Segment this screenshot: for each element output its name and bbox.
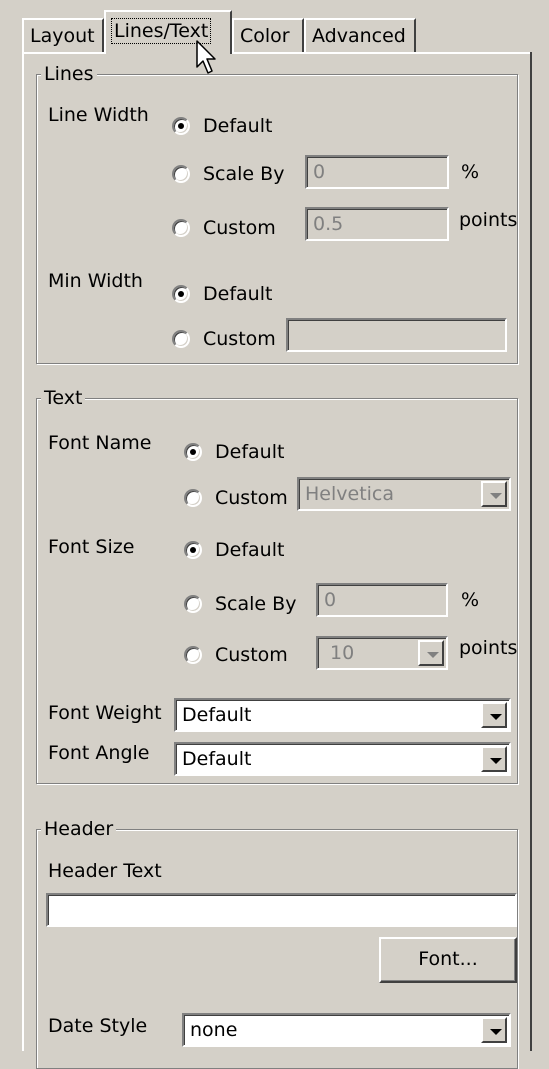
min-width-default-radio[interactable] [172, 285, 190, 303]
font-size-default-label[interactable]: Default [215, 539, 284, 561]
tab-layout[interactable]: Layout [22, 18, 104, 52]
font-name-custom-value: Helvetica [305, 483, 395, 505]
tab-color[interactable]: Color [232, 18, 304, 52]
line-width-custom-input[interactable]: 0.5 [305, 207, 449, 241]
date-style-value: none [190, 1019, 238, 1041]
chevron-down-icon[interactable] [481, 1017, 507, 1043]
font-size-custom-select[interactable]: 10 [316, 636, 448, 670]
min-width-custom-radio[interactable] [172, 330, 190, 348]
font-name-label: Font Name [48, 432, 152, 454]
font-size-custom-value: 10 [330, 642, 355, 664]
font-name-custom-radio[interactable] [184, 489, 202, 507]
text-group-title: Text [41, 387, 86, 409]
font-name-default-radio[interactable] [184, 443, 202, 461]
font-size-scale-input[interactable]: 0 [316, 583, 448, 617]
font-angle-label: Font Angle [48, 742, 150, 764]
tab-advanced[interactable]: Advanced [304, 18, 416, 52]
header-group-title: Header [41, 818, 117, 840]
tab-panel-right-border [530, 52, 532, 1051]
arrow-cursor-icon [196, 40, 216, 74]
chevron-down-icon[interactable] [481, 702, 507, 728]
font-weight-select[interactable]: Default [174, 698, 511, 732]
chevron-down-icon[interactable] [481, 481, 507, 507]
font-name-default-label[interactable]: Default [215, 441, 284, 463]
line-width-label: Line Width [48, 104, 149, 126]
font-name-custom-select[interactable]: Helvetica [297, 477, 511, 511]
tab-color-label: Color [240, 25, 290, 47]
font-size-custom-radio[interactable] [184, 646, 202, 664]
font-size-scale-label[interactable]: Scale By [215, 593, 296, 615]
tab-panel-top-border [22, 52, 532, 54]
chevron-down-icon[interactable] [418, 640, 444, 666]
date-style-select[interactable]: none [182, 1013, 511, 1047]
font-size-default-radio[interactable] [184, 541, 202, 559]
lines-group-title: Lines [41, 63, 97, 85]
chevron-down-icon[interactable] [481, 746, 507, 772]
font-size-scale-radio[interactable] [184, 595, 202, 613]
line-width-custom-unit: points [459, 209, 518, 231]
min-width-custom-input[interactable] [286, 318, 507, 352]
font-size-custom-label[interactable]: Custom [215, 644, 288, 666]
tab-panel-left-border [22, 52, 24, 1051]
line-width-scale-label[interactable]: Scale By [203, 163, 284, 185]
line-width-scale-radio[interactable] [172, 165, 190, 183]
line-width-custom-radio[interactable] [172, 219, 190, 237]
line-width-default-label[interactable]: Default [203, 115, 272, 137]
font-angle-select[interactable]: Default [174, 742, 511, 776]
font-button[interactable]: Font... [379, 937, 517, 983]
min-width-default-label[interactable]: Default [203, 283, 272, 305]
font-size-label: Font Size [48, 536, 135, 558]
font-name-custom-label[interactable]: Custom [215, 487, 288, 509]
line-width-scale-input[interactable]: 0 [305, 155, 449, 189]
tab-advanced-label: Advanced [312, 25, 406, 47]
header-text-input[interactable] [46, 893, 517, 927]
tab-layout-label: Layout [30, 25, 95, 47]
min-width-label: Min Width [48, 270, 143, 292]
font-weight-label: Font Weight [48, 702, 162, 724]
font-size-custom-unit: points [459, 637, 518, 659]
line-width-custom-label[interactable]: Custom [203, 217, 276, 239]
line-width-scale-unit: % [461, 161, 480, 183]
font-size-scale-unit: % [461, 589, 480, 611]
font-angle-value: Default [182, 748, 252, 770]
header-text-label: Header Text [48, 860, 162, 882]
date-style-label: Date Style [48, 1015, 148, 1037]
line-width-default-radio[interactable] [172, 117, 190, 135]
font-weight-value: Default [182, 704, 252, 726]
min-width-custom-label[interactable]: Custom [203, 328, 276, 350]
